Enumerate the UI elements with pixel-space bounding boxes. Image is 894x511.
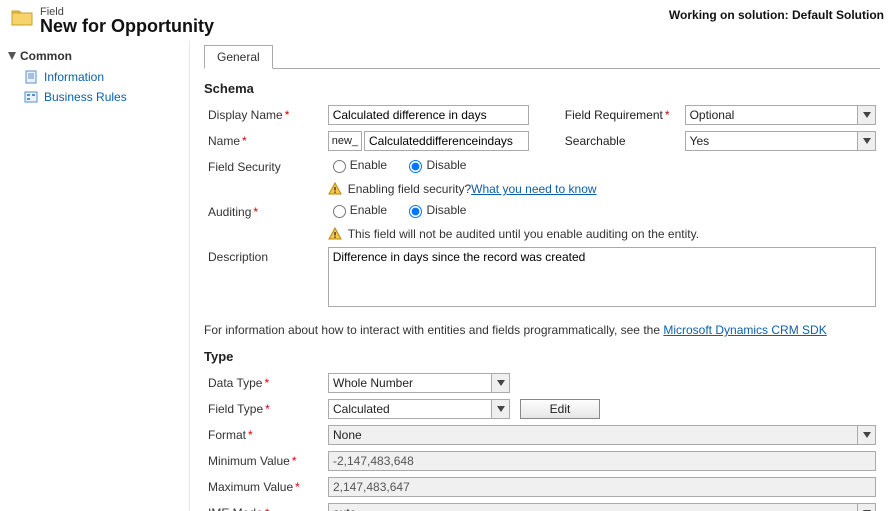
- required-icon: *: [264, 376, 269, 390]
- required-icon: *: [253, 205, 258, 219]
- required-icon: *: [665, 108, 670, 122]
- warning-text: This field will not be audited until you…: [348, 227, 699, 241]
- sdk-link[interactable]: Microsoft Dynamics CRM SDK: [663, 323, 826, 337]
- sdk-info-line: For information about how to interact wi…: [204, 323, 880, 337]
- rules-icon: [24, 90, 38, 104]
- select-value: auto: [329, 506, 857, 511]
- required-icon: *: [292, 454, 297, 468]
- select-value: Whole Number: [329, 376, 491, 390]
- field-type-select[interactable]: Calculated: [328, 399, 510, 419]
- field-security-enable-radio[interactable]: Enable: [328, 157, 387, 173]
- data-type-select[interactable]: Whole Number: [328, 373, 510, 393]
- header: Field New for Opportunity Working on sol…: [0, 0, 894, 41]
- chevron-down-icon: [491, 374, 509, 392]
- ime-mode-label: IME Mode: [208, 506, 263, 511]
- max-value-label: Maximum Value: [208, 480, 293, 494]
- warning-text: Enabling field security?: [348, 182, 471, 196]
- select-value: Yes: [686, 134, 857, 148]
- sidebar-item-label: Information: [44, 70, 104, 84]
- solution-context: Working on solution: Default Solution: [669, 8, 884, 22]
- folder-icon: [10, 6, 34, 30]
- name-prefix: new_: [328, 131, 362, 151]
- chevron-down-icon: [857, 426, 875, 444]
- auditing-disable-radio[interactable]: Disable: [404, 202, 466, 218]
- sidebar: Common Information Business Rules: [0, 41, 190, 511]
- sidebar-item-information[interactable]: Information: [0, 67, 189, 87]
- field-security-learn-link[interactable]: What you need to know: [471, 182, 596, 196]
- required-icon: *: [265, 506, 270, 511]
- sidebar-item-business-rules[interactable]: Business Rules: [0, 87, 189, 107]
- display-name-label: Display Name: [208, 108, 283, 122]
- section-schema-heading: Schema: [204, 81, 880, 96]
- collapse-icon: [8, 49, 16, 63]
- min-value-input: [328, 451, 876, 471]
- field-security-disable-radio[interactable]: Disable: [404, 157, 466, 173]
- description-input[interactable]: [328, 247, 876, 307]
- field-security-label: Field Security: [208, 160, 281, 174]
- chevron-down-icon: [857, 106, 875, 124]
- chevron-down-icon: [857, 132, 875, 150]
- sidebar-section-label: Common: [20, 49, 72, 63]
- name-label: Name: [208, 134, 240, 148]
- display-name-input[interactable]: [328, 105, 529, 125]
- header-titles: Field New for Opportunity: [40, 6, 669, 37]
- select-value: Optional: [686, 108, 857, 122]
- searchable-select[interactable]: Yes: [685, 131, 876, 151]
- warning-icon: [328, 227, 342, 241]
- auditing-warning: This field will not be audited until you…: [328, 227, 876, 241]
- edit-button[interactable]: Edit: [520, 399, 600, 419]
- schema-form: Display Name* Field Requirement* Optiona…: [204, 102, 880, 313]
- tab-label: General: [217, 50, 260, 64]
- field-requirement-select[interactable]: Optional: [685, 105, 876, 125]
- required-icon: *: [248, 428, 253, 442]
- main-content: General Schema Display Name* Field Requi…: [190, 41, 894, 511]
- field-security-warning: Enabling field security? What you need t…: [328, 182, 876, 196]
- field-type-label: Field Type: [208, 402, 263, 416]
- data-type-label: Data Type: [208, 376, 262, 390]
- max-value-input: [328, 477, 876, 497]
- select-value: None: [329, 428, 857, 442]
- required-icon: *: [295, 480, 300, 494]
- page-title: New for Opportunity: [40, 16, 669, 37]
- type-form: Data Type* Whole Number Field Type* Calc…: [204, 370, 880, 511]
- description-label: Description: [208, 250, 268, 264]
- name-input[interactable]: [364, 131, 529, 151]
- sidebar-section-common[interactable]: Common: [0, 45, 189, 67]
- format-label: Format: [208, 428, 246, 442]
- section-type-heading: Type: [204, 349, 880, 364]
- min-value-label: Minimum Value: [208, 454, 290, 468]
- field-requirement-label: Field Requirement: [565, 108, 663, 122]
- tab-general[interactable]: General: [204, 45, 273, 69]
- searchable-label: Searchable: [565, 134, 626, 148]
- required-icon: *: [242, 134, 247, 148]
- document-icon: [24, 70, 38, 84]
- sidebar-item-label: Business Rules: [44, 90, 127, 104]
- auditing-enable-radio[interactable]: Enable: [328, 202, 387, 218]
- auditing-label: Auditing: [208, 205, 251, 219]
- tab-bar: General: [204, 45, 880, 69]
- required-icon: *: [285, 108, 290, 122]
- required-icon: *: [265, 402, 270, 416]
- format-select[interactable]: None: [328, 425, 876, 445]
- select-value: Calculated: [329, 402, 491, 416]
- warning-icon: [328, 182, 342, 196]
- chevron-down-icon: [491, 400, 509, 418]
